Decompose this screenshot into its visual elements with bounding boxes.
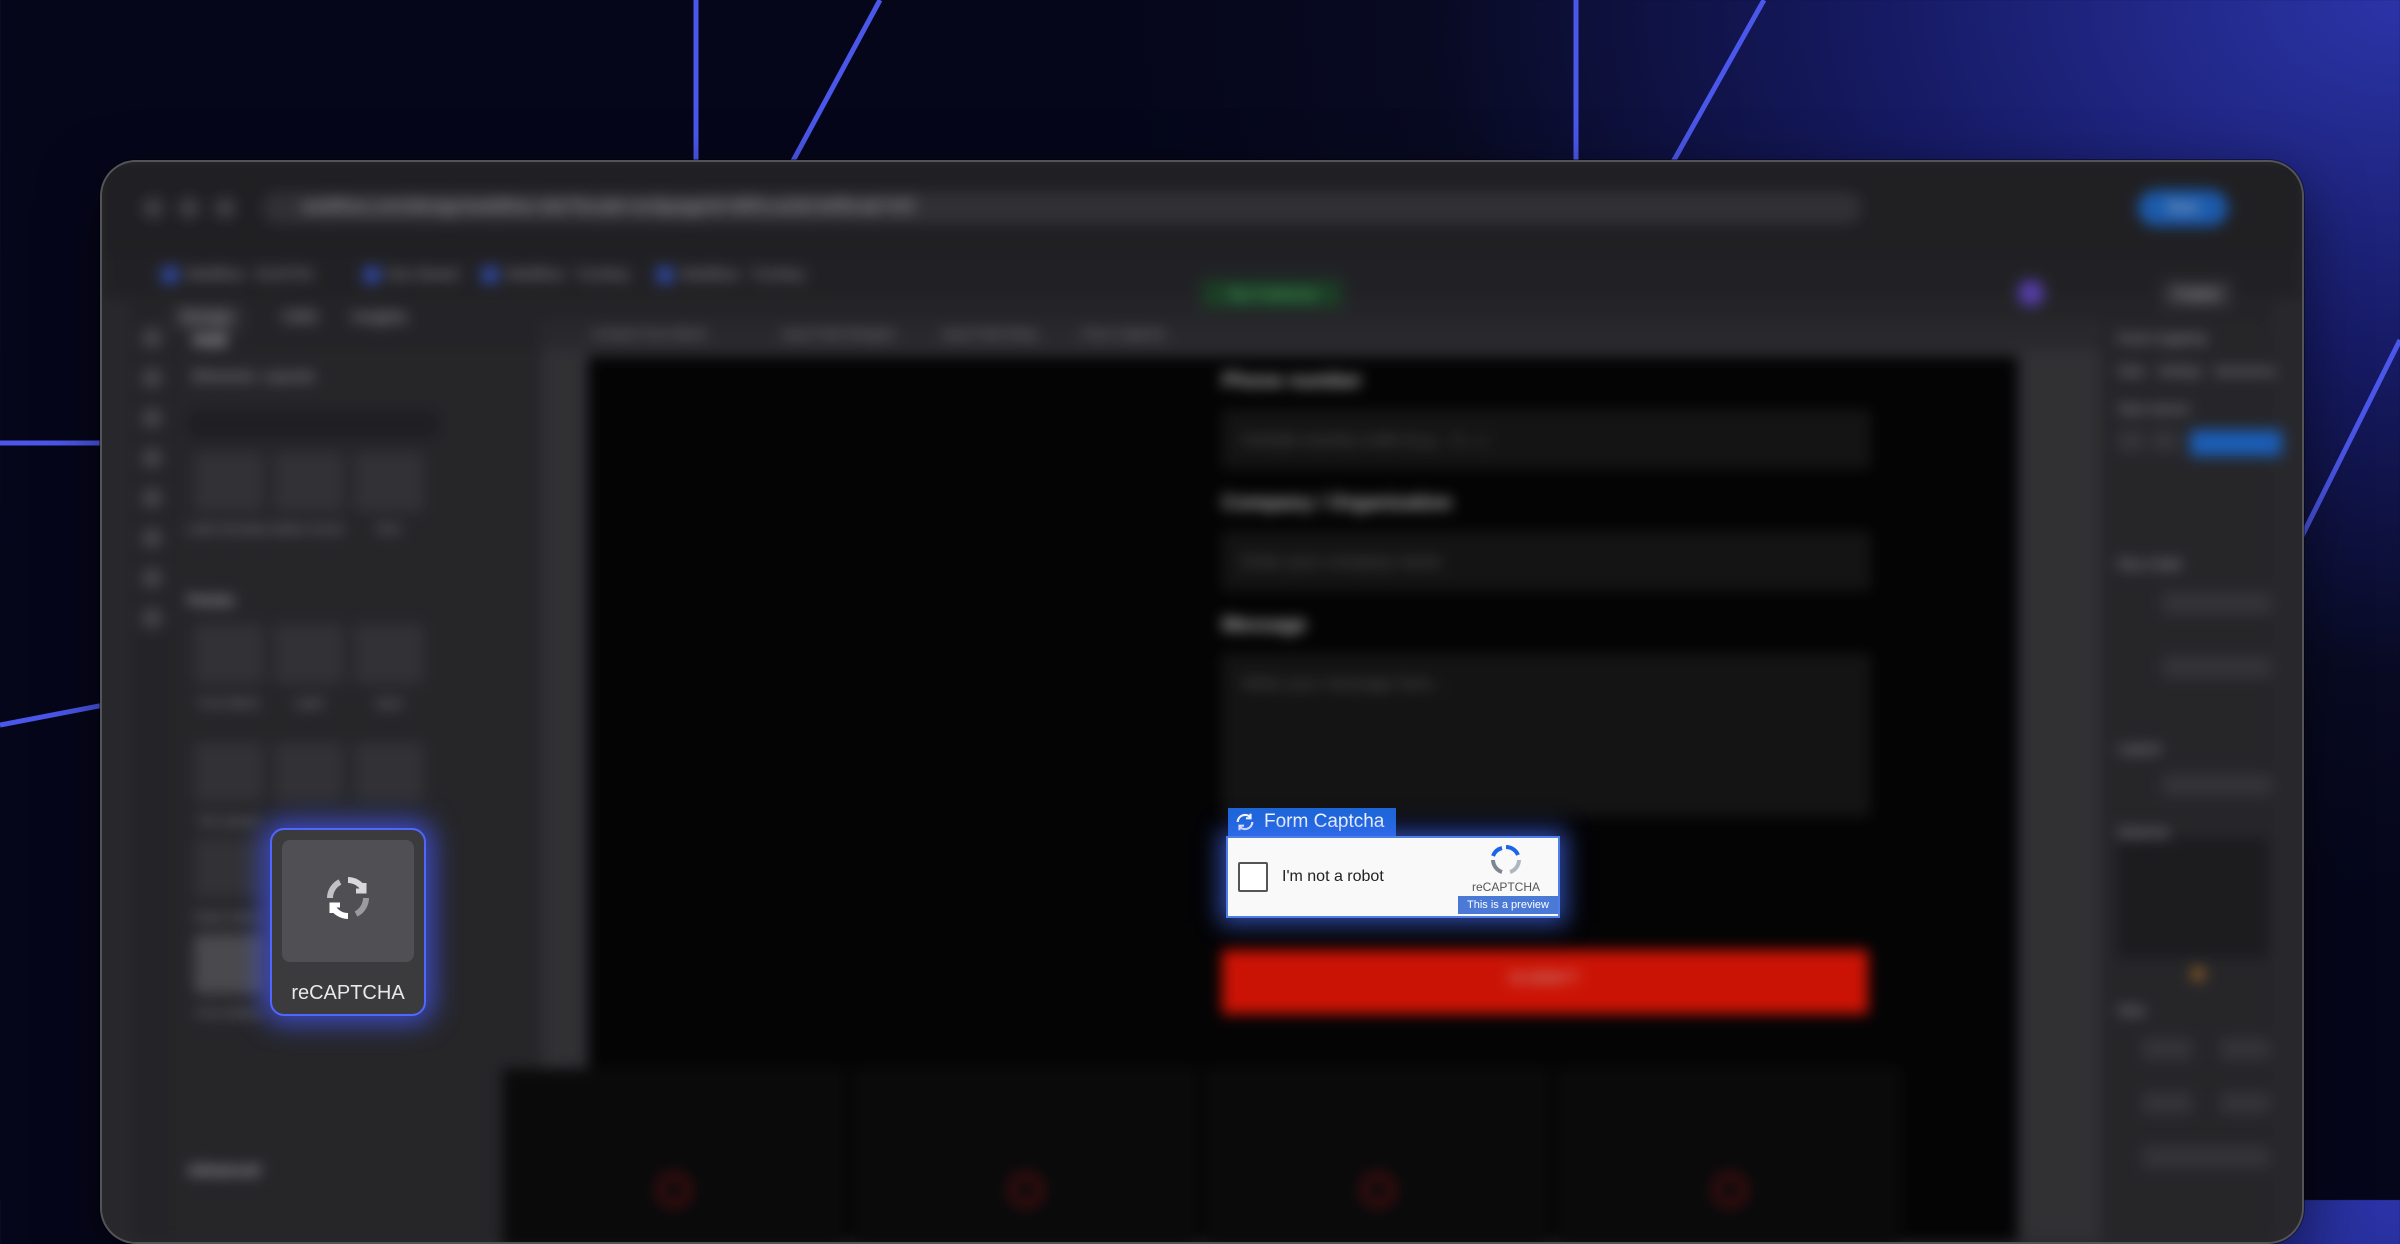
captcha-selection-tag[interactable]: Form Captcha (1228, 808, 1396, 836)
bg-line (777, 0, 883, 187)
recaptcha-icon (1236, 813, 1254, 831)
recaptcha-element-card[interactable]: reCAPTCHA (270, 828, 426, 1016)
element-card-label: reCAPTCHA (291, 982, 405, 1004)
recaptcha-logo-icon (1491, 845, 1521, 874)
app-window: webflow.com/design/webflow-site?locale=e… (100, 160, 2304, 1244)
recaptcha-icon (327, 877, 369, 919)
dim-overlay (102, 162, 2302, 1242)
recaptcha-brand: reCAPTCHA (1472, 880, 1541, 894)
recaptcha-widget[interactable]: I'm not a robot reCAPTCHA This is a prev… (1226, 836, 1560, 918)
robot-checkbox[interactable] (1238, 862, 1268, 892)
robot-label: I'm not a robot (1282, 868, 1384, 885)
preview-badge: This is a preview (1458, 896, 1558, 914)
captcha-tag-label: Form Captcha (1264, 811, 1385, 832)
element-thumbnail (282, 840, 414, 962)
bg-line (1657, 0, 1767, 187)
